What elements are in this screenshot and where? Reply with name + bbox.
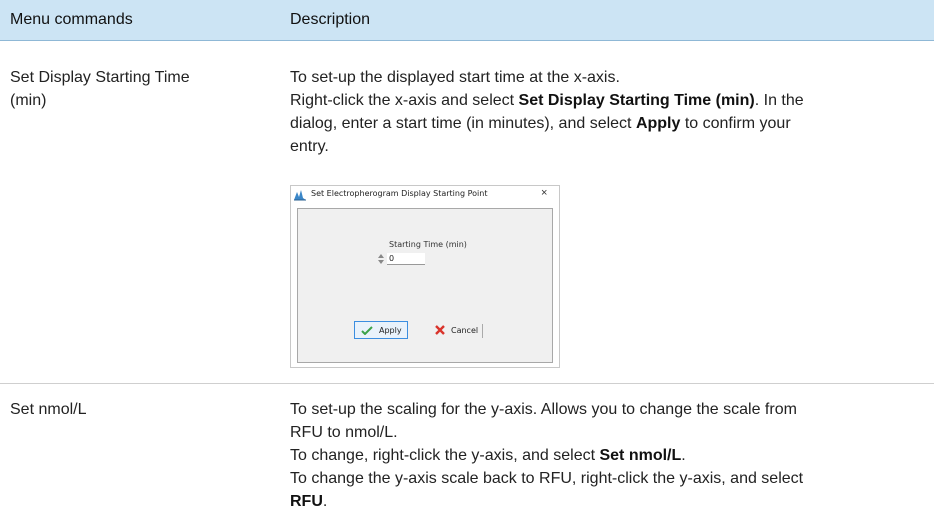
cancel-label: Cancel <box>451 325 479 335</box>
row1-desc-line1: To set-up the displayed start time at th… <box>290 69 620 86</box>
table-header: Menu commands Description <box>0 0 934 41</box>
header-menu-commands: Menu commands <box>10 11 133 28</box>
row-divider <box>0 383 934 384</box>
bold-rfu: RFU <box>290 493 323 510</box>
check-icon <box>361 325 373 335</box>
row1-desc-line2: Right-click the x-axis and select Set Di… <box>290 92 804 109</box>
row2-desc-line3: To change, right-click the y-axis, and s… <box>290 447 686 464</box>
header-description: Description <box>290 11 371 28</box>
row2-desc-line4: To change the y-axis scale back to RFU, … <box>290 470 804 487</box>
spinner-arrows-icon[interactable] <box>377 253 385 265</box>
app-logo-icon <box>293 188 307 202</box>
row1-command-line1: Set Display Starting Time <box>10 69 190 86</box>
row1-desc-line3: dialog, enter a start time (in minutes),… <box>290 115 791 132</box>
starting-time-label: Starting Time (min) <box>389 240 467 249</box>
apply-label: Apply <box>379 325 402 335</box>
starting-point-dialog: Set Electropherogram Display Starting Po… <box>290 185 560 368</box>
bold-apply: Apply <box>635 115 681 132</box>
row1-command-line2: (min) <box>10 92 47 109</box>
bold-set-nmol: Set nmol/L <box>599 447 682 464</box>
row1-description: To set-up the displayed start time at th… <box>290 66 920 158</box>
row2-desc-line1: To set-up the scaling for the y-axis. Al… <box>290 401 797 418</box>
x-icon <box>435 325 445 335</box>
cancel-button[interactable]: Cancel <box>428 321 483 339</box>
row2-desc-line2: RFU to nmol/L. <box>290 424 398 441</box>
dialog-body: Starting Time (min) Apply Cancel <box>297 208 553 363</box>
row2-description: To set-up the scaling for the y-axis. Al… <box>290 398 920 513</box>
row2-command: Set nmol/L <box>10 398 260 421</box>
row2-desc-line5: RFU. <box>290 493 328 510</box>
close-icon[interactable]: × <box>541 187 547 199</box>
row2-command-line1: Set nmol/L <box>10 401 87 418</box>
bold-command-name: Set Display Starting Time (min) <box>518 92 755 109</box>
apply-button[interactable]: Apply <box>354 321 408 339</box>
dialog-title: Set Electropherogram Display Starting Po… <box>311 189 488 198</box>
starting-time-input[interactable] <box>387 253 425 265</box>
row1-desc-line4: entry. <box>290 138 329 155</box>
row1-command: Set Display Starting Time (min) <box>10 66 260 112</box>
